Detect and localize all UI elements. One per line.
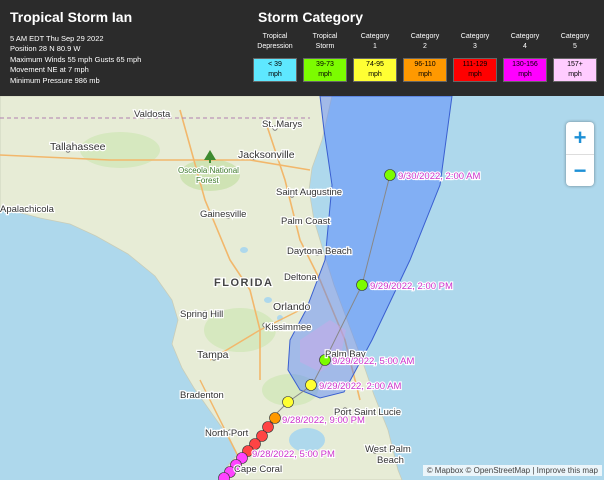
storm-info: 5 AM EDT Thu Sep 29 2022 Position 28 N 8… [10, 34, 141, 86]
category-swatch: 111-129 mph [453, 58, 497, 82]
track-label: 9/29/2022, 2:00 PM [370, 281, 453, 292]
city-label-bradenton: Bradenton [180, 390, 224, 401]
storm-category-title: Storm Category [258, 9, 364, 25]
track-label: 9/30/2022, 2:00 AM [398, 171, 480, 182]
category-swatch: < 39 mph [253, 58, 297, 82]
storm-max-winds: Maximum Winds 55 mph Gusts 65 mph [10, 54, 142, 64]
lake [264, 297, 272, 303]
improve-map-link[interactable]: Improve this map [537, 466, 598, 475]
forest-label-line1: Osceola National [178, 166, 239, 175]
category-swatch: 39-73 mph [303, 58, 347, 82]
city-label-tallahassee: Tallahassee [50, 141, 106, 153]
map-canvas[interactable]: Valdosta Tallahassee Apalachicola St. Ma… [0, 96, 604, 480]
city-label-jacksonville: Jacksonville [238, 149, 295, 161]
attribution-separator: | [532, 466, 535, 475]
city-label-cape-coral: Cape Coral [234, 464, 282, 475]
storm-movement: Movement NE at 7 mph [10, 65, 89, 75]
city-label-saint-augustine: Saint Augustine [276, 187, 342, 198]
info-header: Tropical Storm Ian 5 AM EDT Thu Sep 29 2… [0, 0, 604, 96]
track-label: 9/29/2022, 2:00 AM [319, 381, 401, 392]
mapbox-link[interactable]: © Mapbox [427, 466, 464, 475]
category-swatch: 157+ mph [553, 58, 597, 82]
category-name: Tropical Depression [257, 33, 293, 50]
track-point[interactable] [356, 279, 368, 291]
track-point[interactable] [282, 396, 294, 408]
city-label-north-port: North Port [205, 428, 249, 439]
category-tropical-depression: Tropical Depression < 39 mph [250, 32, 300, 82]
city-label-west-palm: West Palm [365, 444, 411, 455]
category-name: Category 1 [360, 33, 390, 50]
track-label: 9/29/2022, 5:00 AM [332, 356, 414, 367]
category-4: Category 4 130-156 mph [500, 32, 550, 82]
city-label-beach: Beach [377, 455, 404, 466]
city-label-gainesville: Gainesville [200, 209, 246, 220]
category-tropical-storm: Tropical Storm 39-73 mph [300, 32, 350, 82]
city-label-apalachicola: Apalachicola [0, 204, 55, 215]
city-label-palm-coast: Palm Coast [281, 216, 330, 227]
map-svg: Valdosta Tallahassee Apalachicola St. Ma… [0, 96, 604, 480]
category-legend: Tropical Depression < 39 mph Tropical Storm… [250, 32, 600, 82]
state-label: FLORIDA [214, 277, 273, 289]
city-label-kissimmee: Kissimmee [265, 322, 311, 333]
map-attribution: © Mapbox © OpenStreetMap | Improve this … [422, 465, 602, 476]
category-2: Category 2 96-110 mph [400, 32, 450, 82]
storm-position: Position 28 N 80.9 W [10, 44, 81, 54]
city-label-deltona: Deltona [284, 272, 317, 283]
category-3: Category 3 111-129 mph [450, 32, 500, 82]
track-label: 9/28/2022, 5:00 PM [252, 449, 335, 460]
category-name: Category 2 [410, 33, 440, 50]
zoom-control: + − [566, 122, 594, 186]
category-swatch: 74-95 mph [353, 58, 397, 82]
category-name: Category 5 [560, 33, 590, 50]
forest-area [180, 159, 240, 191]
city-label-daytona: Daytona Beach [287, 246, 352, 257]
category-name: Category 4 [510, 33, 540, 50]
category-name: Category 3 [460, 33, 490, 50]
city-label-tampa: Tampa [197, 349, 229, 361]
storm-title: Tropical Storm Ian [10, 9, 133, 25]
category-swatch: 96-110 mph [403, 58, 447, 82]
city-label-st-marys: St. Marys [262, 119, 302, 130]
lake [240, 247, 248, 253]
track-label: 9/28/2022, 9:00 PM [282, 415, 365, 426]
category-5: Category 5 157+ mph [550, 32, 600, 82]
zoom-out-button[interactable]: − [566, 155, 594, 187]
osm-link[interactable]: © OpenStreetMap [466, 466, 531, 475]
category-name: Tropical Storm [312, 33, 338, 50]
city-label-valdosta: Valdosta [134, 109, 171, 120]
zoom-in-button[interactable]: + [566, 122, 594, 155]
category-1: Category 1 74-95 mph [350, 32, 400, 82]
city-label-orlando: Orlando [273, 301, 311, 313]
track-point[interactable] [269, 412, 281, 424]
storm-min-pressure: Minimum Pressure 986 mb [10, 75, 100, 85]
city-label-spring-hill: Spring Hill [180, 309, 223, 320]
category-swatch: 130-156 mph [503, 58, 547, 82]
forest-label-line2: Forest [196, 176, 219, 185]
track-point[interactable] [305, 379, 317, 391]
track-point[interactable] [384, 169, 396, 181]
storm-advisory-time: 5 AM EDT Thu Sep 29 2022 [10, 34, 104, 43]
